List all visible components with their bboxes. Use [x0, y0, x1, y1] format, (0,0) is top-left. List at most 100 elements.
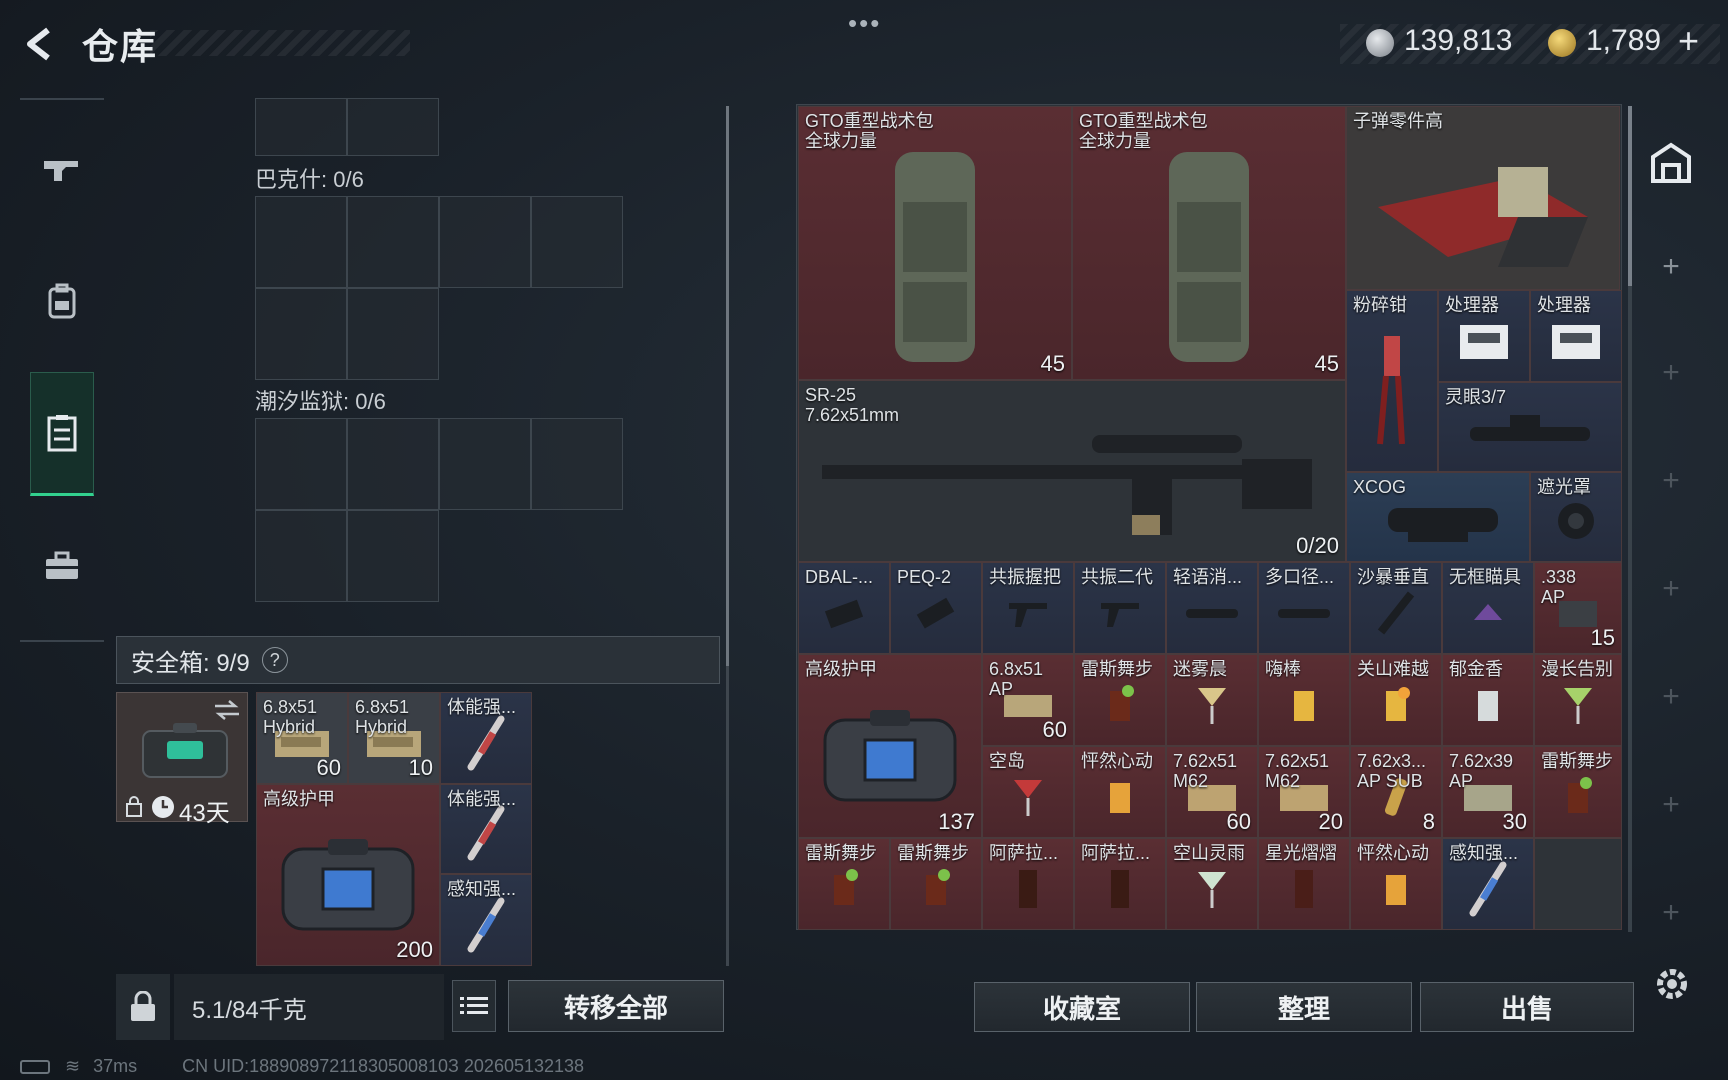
stash-item[interactable]: 阿萨拉... [1074, 838, 1166, 930]
swap-icon[interactable] [213, 699, 241, 721]
sniper-rifle-icon [822, 435, 1312, 535]
add-stash-tab-button[interactable]: + [1654, 680, 1688, 714]
warehouse-icon [1651, 142, 1691, 183]
stash-item[interactable]: 7.62x51 M62 20 [1258, 746, 1350, 838]
stash-item[interactable]: PEQ-2 [890, 562, 982, 654]
list-view-button[interactable] [452, 980, 496, 1032]
grid-cell[interactable] [255, 288, 347, 380]
stash-item[interactable]: 雷斯舞步 [798, 838, 890, 930]
back-button[interactable] [18, 22, 62, 66]
stash-item[interactable]: 空岛 [982, 746, 1074, 838]
transfer-all-button[interactable]: 转移全部 [508, 980, 724, 1032]
safe-item[interactable]: 体能强... [440, 692, 532, 784]
add-stash-tab-button[interactable]: + [1654, 464, 1688, 498]
stash-item[interactable]: 遮光罩 [1530, 472, 1622, 562]
add-stash-tab-button[interactable]: + [1654, 356, 1688, 390]
nav-backpack[interactable] [30, 240, 94, 364]
stash-item[interactable]: 轻语消... [1166, 562, 1258, 654]
stash-item[interactable]: .338 AP 15 [1534, 562, 1622, 654]
stash-item[interactable]: 子弹零件高 [1346, 106, 1620, 290]
stash-item[interactable]: 6.8x51 AP 60 [982, 654, 1074, 746]
nav-weapons[interactable] [30, 108, 94, 232]
nav-briefcase[interactable] [30, 504, 94, 628]
safe-item[interactable]: 6.8x51 Hybrid 60 [256, 692, 348, 784]
stash-item[interactable]: 空山灵雨 [1166, 838, 1258, 930]
lock-button[interactable] [116, 974, 170, 1040]
grid-cell[interactable] [439, 196, 531, 288]
bolt-cutter-icon [1377, 336, 1405, 445]
cocktail-icon [1478, 690, 1498, 721]
left-scrollbar[interactable] [726, 106, 729, 666]
grid-cell[interactable] [439, 418, 531, 510]
grid-cell[interactable] [531, 196, 623, 288]
sort-button[interactable]: 整理 [1196, 982, 1412, 1032]
stash-item[interactable]: 怦然心动 [1350, 838, 1442, 930]
nav-storage[interactable] [30, 372, 94, 496]
stash-item[interactable]: 处理器 [1438, 290, 1530, 382]
stash-item[interactable]: 7.62x3... AP SUB 8 [1350, 746, 1442, 838]
stash-item[interactable]: 高级护甲 137 [798, 654, 982, 838]
gear-icon [1657, 969, 1687, 999]
stash-item[interactable]: 共振握把 [982, 562, 1074, 654]
stash-item[interactable]: 雷斯舞步 [890, 838, 982, 930]
stash-item[interactable]: 灵眼3/7 [1438, 382, 1622, 472]
stash-item[interactable]: GTO重型战术包 全球力量 45 [1072, 106, 1346, 380]
safe-item[interactable]: 体能强... [440, 784, 532, 874]
stash-item[interactable]: 7.62x39 AP 30 [1442, 746, 1534, 838]
sell-button[interactable]: 出售 [1420, 982, 1634, 1032]
stash-item[interactable]: 7.62x51 M62 60 [1166, 746, 1258, 838]
add-stash-tab-button[interactable]: + [1654, 788, 1688, 822]
stash-item[interactable]: XCOG [1346, 472, 1530, 562]
add-stash-tab-button[interactable]: + [1654, 572, 1688, 606]
safe-item[interactable]: 6.8x51 Hybrid 10 [348, 692, 440, 784]
add-currency-button[interactable]: + [1678, 20, 1699, 62]
grid-cell[interactable] [531, 418, 623, 510]
grid-cell[interactable] [255, 98, 347, 156]
suppressor-icon [1278, 608, 1330, 618]
grid-cell[interactable] [255, 196, 347, 288]
stash-item[interactable]: 多口径... [1258, 562, 1350, 654]
stash-item[interactable]: DBAL-... [798, 562, 890, 654]
grid-cell[interactable] [255, 418, 347, 510]
stash-item[interactable]: SR-25 7.62x51mm 0/20 [798, 380, 1346, 562]
safe-item[interactable]: 高级护甲 200 [256, 784, 440, 966]
stash-item[interactable]: 怦然心动 [1074, 746, 1166, 838]
stash-item[interactable]: GTO重型战术包 全球力量 45 [798, 106, 1072, 380]
cocktail-icon [1295, 869, 1313, 908]
collection-room-button[interactable]: 收藏室 [974, 982, 1190, 1032]
settings-button[interactable] [1652, 964, 1692, 1004]
grid-cell[interactable] [347, 510, 439, 602]
stash-scrollbar[interactable] [1628, 106, 1632, 286]
silver-coin-icon [1366, 29, 1394, 57]
safe-box-slot[interactable]: 43天 [116, 692, 248, 827]
stash-item[interactable]: 雷斯舞步 [1074, 654, 1166, 746]
grid-cell[interactable] [347, 418, 439, 510]
cocktail-icon [1110, 782, 1130, 813]
stash-item[interactable]: 无框瞄具 [1442, 562, 1534, 654]
stash-item[interactable]: 阿萨拉... [982, 838, 1074, 930]
add-stash-tab-button[interactable]: + [1654, 250, 1688, 284]
stash-item[interactable]: 感知强... [1442, 838, 1534, 930]
grid-cell[interactable] [255, 510, 347, 602]
grid-cell[interactable] [347, 196, 439, 288]
stash-item[interactable]: 粉碎钳 [1346, 290, 1438, 472]
armor-vest-icon [823, 710, 957, 802]
stash-item[interactable]: 共振二代 [1074, 562, 1166, 654]
stash-item[interactable]: 沙暴垂直 [1350, 562, 1442, 654]
stash-tab-home[interactable] [1648, 140, 1694, 186]
safe-item[interactable]: 感知强... [440, 874, 532, 966]
grid-cell[interactable] [347, 288, 439, 380]
add-stash-tab-button[interactable]: + [1654, 896, 1688, 930]
stash-item[interactable]: 迷雾晨 [1166, 654, 1258, 746]
stash-item[interactable]: 星光熠熠 [1258, 838, 1350, 930]
grid-cell[interactable] [347, 98, 439, 156]
stash-item[interactable]: 嗨棒 [1258, 654, 1350, 746]
more-menu[interactable]: ••• [848, 8, 881, 39]
stash-item[interactable]: 郁金香 [1442, 654, 1534, 746]
empty-slot[interactable] [1534, 838, 1622, 930]
stash-item[interactable]: 漫长告别 [1534, 654, 1622, 746]
stash-item[interactable]: 雷斯舞步 [1534, 746, 1622, 838]
help-button[interactable]: ? [261, 647, 288, 673]
stash-item[interactable]: 关山难越 [1350, 654, 1442, 746]
stash-item[interactable]: 处理器 [1530, 290, 1622, 382]
